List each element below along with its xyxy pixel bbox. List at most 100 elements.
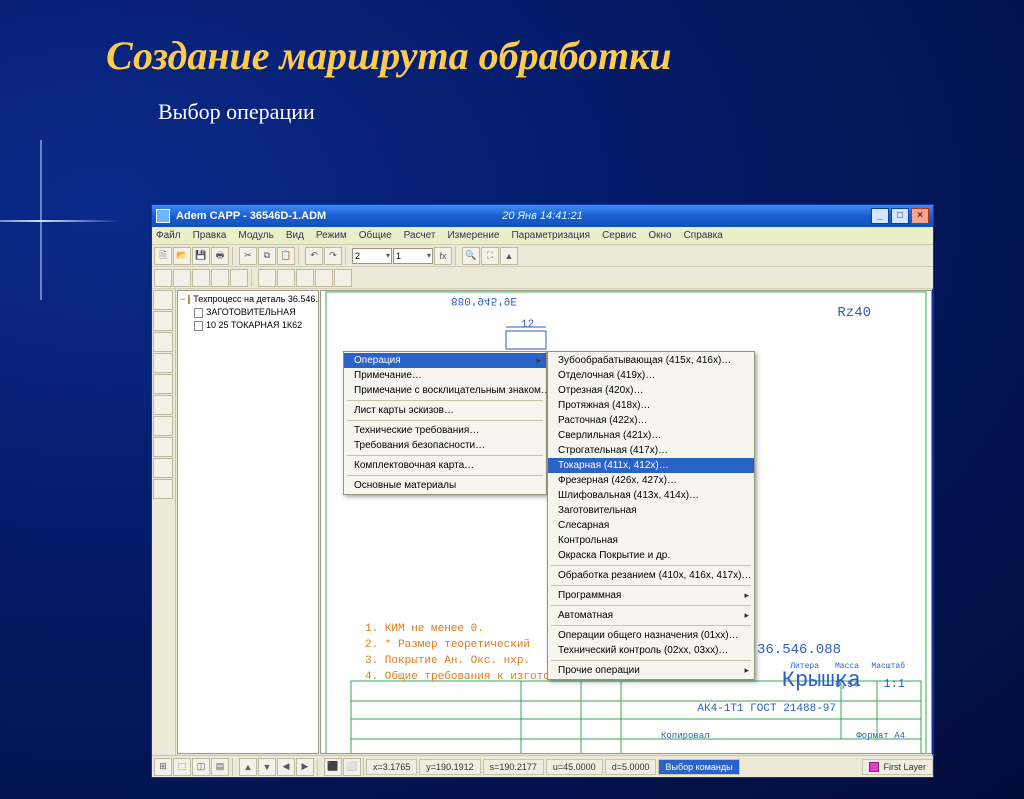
tb2-btn[interactable]: [277, 269, 295, 287]
menu-item[interactable]: Примечание с восклицательным знаком…: [344, 383, 546, 398]
menu-item[interactable]: Отделочная (419x)…: [548, 368, 754, 383]
tb-fit-icon[interactable]: ⛶: [481, 247, 499, 265]
palette-btn[interactable]: [153, 416, 173, 436]
tree-item[interactable]: 10 25 ТОКАРНАЯ 1К62: [180, 319, 316, 332]
menu-item[interactable]: Сверлильная (421x)…: [548, 428, 754, 443]
tb-copy-icon[interactable]: ⧉: [258, 247, 276, 265]
menu-param[interactable]: Параметризация: [511, 230, 590, 241]
menu-item[interactable]: Строгательная (417x)…: [548, 443, 754, 458]
minimize-button[interactable]: _: [871, 208, 889, 224]
close-button[interactable]: ×: [911, 208, 929, 224]
palette-btn[interactable]: [153, 311, 173, 331]
menu-item[interactable]: Автоматная: [548, 608, 754, 623]
menu-item[interactable]: Лист карты эскизов…: [344, 403, 546, 418]
menu-item[interactable]: Зубообрабатывающая (415x, 416x)…: [548, 353, 754, 368]
menu-item[interactable]: Технические требования…: [344, 423, 546, 438]
tb2-btn[interactable]: [192, 269, 210, 287]
menu-item[interactable]: Операция: [344, 353, 546, 368]
palette-btn[interactable]: [153, 290, 173, 310]
tb-save-icon[interactable]: 💾: [192, 247, 210, 265]
tb-new-icon[interactable]: 🗎: [154, 247, 172, 265]
tree-item[interactable]: ЗАГОТОВИТЕЛЬНАЯ: [180, 306, 316, 319]
menu-item[interactable]: Прочие операции: [548, 663, 754, 678]
menu-item[interactable]: Требования безопасности…: [344, 438, 546, 453]
palette-btn[interactable]: [153, 395, 173, 415]
tb-combo-2[interactable]: 1: [393, 248, 433, 264]
tb2-btn[interactable]: [334, 269, 352, 287]
drawing-kopiroval: Копировал: [661, 731, 710, 741]
tb-undo-icon[interactable]: ↶: [305, 247, 323, 265]
menu-item[interactable]: Слесарная: [548, 518, 754, 533]
tb2-btn[interactable]: [211, 269, 229, 287]
menu-mode[interactable]: Режим: [316, 230, 347, 241]
drawing-part-number: 36.546.088: [757, 642, 841, 658]
menu-item[interactable]: Окраска Покрытие и др.: [548, 548, 754, 563]
toolbar-1: 🗎 📂 💾 🖶 ✂ ⧉ 📋 ↶ ↷ 2 1 fx 🔍 ⛶ ▲: [152, 245, 933, 267]
palette-btn[interactable]: [153, 332, 173, 352]
drawing-top-number: 880'945'9E: [451, 294, 517, 306]
tree-root[interactable]: − Техпроцесс на деталь 36.546.0: [180, 293, 316, 306]
palette-btn[interactable]: [153, 458, 173, 478]
menu-item[interactable]: Основные материалы: [344, 478, 546, 493]
tb-combo-1[interactable]: 2: [352, 248, 392, 264]
hdr-massa: Масса: [835, 662, 859, 671]
status-bar: ⊞ ⬚ ◫ ▤ ▲ ▼ ◀ ▶ ⬛ ⬜ x=3.1765 y=190.1912 …: [152, 755, 933, 777]
tb-open-icon[interactable]: 📂: [173, 247, 191, 265]
menu-item[interactable]: Обработка резанием (410x, 416x, 417x)…: [548, 568, 754, 583]
hdr-litera: Литера: [790, 662, 819, 671]
tb-fx-icon[interactable]: fx: [434, 247, 452, 265]
tree-item-label: ЗАГОТОВИТЕЛЬНАЯ: [206, 306, 296, 319]
palette-btn[interactable]: [153, 374, 173, 394]
tb2-btn[interactable]: [296, 269, 314, 287]
tb2-btn[interactable]: [315, 269, 333, 287]
menu-window[interactable]: Окно: [648, 230, 671, 241]
titlebar: Adem CAPP - 36546D-1.ADM 20 Янв 14:41:21…: [152, 205, 933, 227]
menu-module[interactable]: Модуль: [238, 230, 273, 241]
titlebar-date: 20 Янв 14:41:21: [502, 210, 582, 222]
drawing-format: Формат A4: [856, 731, 905, 741]
toolbar-2: [152, 267, 933, 289]
menu-calc[interactable]: Расчет: [404, 230, 436, 241]
tb-paste-icon[interactable]: 📋: [277, 247, 295, 265]
process-tree[interactable]: − Техпроцесс на деталь 36.546.0 ЗАГОТОВИ…: [177, 290, 319, 754]
menu-item[interactable]: Токарная (411x, 412x)…: [548, 458, 754, 473]
menu-file[interactable]: Файл: [156, 230, 181, 241]
app-window: Adem CAPP - 36546D-1.ADM 20 Янв 14:41:21…: [151, 204, 934, 778]
tb-cut-icon[interactable]: ✂: [239, 247, 257, 265]
palette-btn[interactable]: [153, 437, 173, 457]
menu-item[interactable]: Отрезная (420x)…: [548, 383, 754, 398]
menu-item[interactable]: Фрезерная (426x, 427x)…: [548, 473, 754, 488]
tb2-btn[interactable]: [230, 269, 248, 287]
menu-item[interactable]: Заготовительная: [548, 503, 754, 518]
context-menu: ОперацияПримечание…Примечание с восклица…: [343, 351, 547, 495]
menu-view[interactable]: Вид: [286, 230, 304, 241]
menu-item[interactable]: Расточная (422x)…: [548, 413, 754, 428]
drawing-dim12: 12: [521, 319, 534, 331]
tb-print-icon[interactable]: 🖶: [211, 247, 229, 265]
menu-measure[interactable]: Измерение: [447, 230, 499, 241]
menu-item[interactable]: Примечание…: [344, 368, 546, 383]
tb-zoom-icon[interactable]: 🔍: [462, 247, 480, 265]
tb2-btn[interactable]: [258, 269, 276, 287]
menu-item[interactable]: Протяжная (418x)…: [548, 398, 754, 413]
menu-item[interactable]: Программная: [548, 588, 754, 603]
tb-arrow-icon[interactable]: ▲: [500, 247, 518, 265]
menu-edit[interactable]: Правка: [193, 230, 227, 241]
menu-item[interactable]: Комплектовочная карта…: [344, 458, 546, 473]
menu-item[interactable]: Контрольная: [548, 533, 754, 548]
menu-item[interactable]: Технический контроль (02xx, 03xx)…: [548, 643, 754, 658]
left-palette: [152, 289, 176, 755]
menu-item[interactable]: Шлифовальная (413x, 414x)…: [548, 488, 754, 503]
drawing-canvas[interactable]: 880'945'9E Rz40 12 1. КИМ не менее 0. 2.…: [320, 290, 932, 754]
menu-item[interactable]: Операции общего назначения (01xx)…: [548, 628, 754, 643]
menu-help[interactable]: Справка: [684, 230, 723, 241]
maximize-button[interactable]: □: [891, 208, 909, 224]
palette-btn[interactable]: [153, 479, 173, 499]
menu-general[interactable]: Общие: [359, 230, 392, 241]
tb2-btn[interactable]: [173, 269, 191, 287]
tree-item-label: 10 25 ТОКАРНАЯ 1К62: [206, 319, 302, 332]
tb2-btn[interactable]: [154, 269, 172, 287]
tb-redo-icon[interactable]: ↷: [324, 247, 342, 265]
menu-service[interactable]: Сервис: [602, 230, 636, 241]
palette-btn[interactable]: [153, 353, 173, 373]
